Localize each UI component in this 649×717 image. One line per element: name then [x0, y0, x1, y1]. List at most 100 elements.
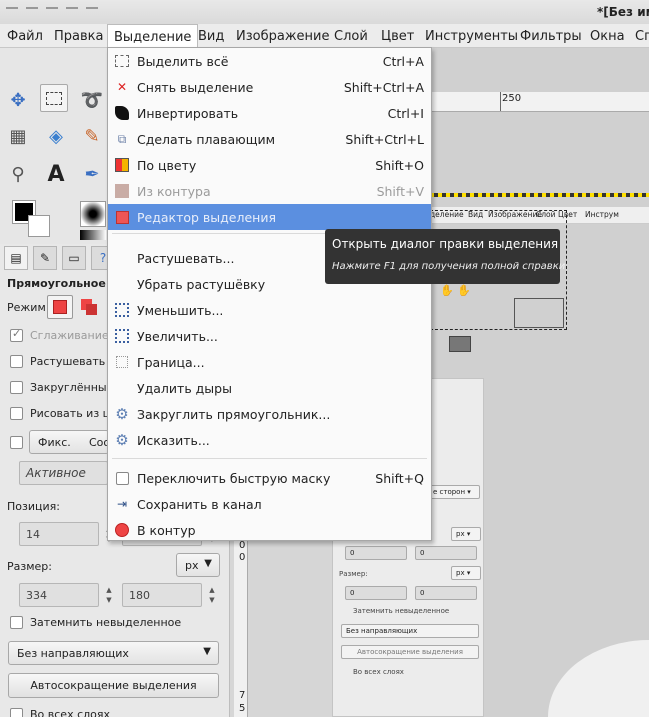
rounded-corners-checkbox[interactable] [10, 381, 23, 394]
menu-edit[interactable]: Правка [54, 29, 103, 44]
menu-item-shortcut: Ctrl+I [387, 106, 424, 121]
active-field[interactable]: Активное [19, 461, 108, 485]
menu-item-label: Увеличить... [137, 329, 218, 344]
menu-file[interactable]: Файл [7, 29, 43, 44]
background-color-swatch[interactable] [28, 215, 50, 237]
menu-item-shrink[interactable]: Уменьшить... [108, 297, 431, 323]
brush-preview-icon[interactable] [80, 201, 106, 227]
vertical-ruler[interactable]: 0 0 7 5 [234, 540, 248, 717]
all-layers-checkbox[interactable] [10, 708, 23, 717]
menu-item-label: Редактор выделения [137, 210, 276, 225]
inner-guides-combo: Без направляющих [341, 624, 479, 638]
horizontal-ruler[interactable]: 250 [430, 92, 649, 112]
size-height-field[interactable]: 180 [122, 583, 202, 607]
path-tool-icon[interactable]: ⚲ [4, 160, 32, 188]
position-x-field[interactable]: 14 [19, 522, 99, 546]
menu-item-selection-editor[interactable]: Редактор выделения [108, 204, 431, 230]
menu-item-remove-holes[interactable]: Удалить дыры [108, 375, 431, 401]
chevron-down-icon: ▼ [203, 646, 211, 657]
menu-item-label: Убрать растушёвку [137, 277, 266, 292]
antialias-checkbox[interactable] [10, 327, 23, 342]
inner-thumbnail-icon [449, 336, 471, 352]
autoshrink-button[interactable]: Автосокращение выделения [8, 673, 219, 698]
menu-item-save-channel[interactable]: ⇥ Сохранить в канал [108, 491, 431, 517]
menu-item-label: Удалить дыры [137, 381, 232, 396]
menu-image[interactable]: Изображение [236, 29, 329, 44]
menu-item-invert[interactable]: Инвертировать Ctrl+I [108, 100, 431, 126]
inner-field: 0 [415, 586, 477, 600]
rect-select-glyph [46, 91, 62, 105]
decor-mark [46, 7, 58, 17]
quickmask-checkbox[interactable] [114, 470, 130, 486]
paintbrush-tool-icon[interactable]: ✎ [78, 122, 106, 150]
from-center-checkbox[interactable] [10, 407, 23, 420]
select-all-icon [114, 53, 130, 69]
color-picker-tool-icon[interactable]: ✒ [78, 160, 106, 188]
menu-item-quickmask[interactable]: Переключить быструю маску Shift+Q [108, 465, 431, 491]
menu-item-label: Снять выделение [137, 80, 254, 95]
menu-item-distort[interactable]: ⚙ Исказить... [108, 427, 431, 453]
menu-item-select-none[interactable]: ✕ Снять выделение Shift+Ctrl+A [108, 74, 431, 100]
lasso-tool-icon[interactable]: ➰ [78, 86, 106, 114]
from-path-icon [114, 183, 130, 199]
tab-undo-history[interactable]: ▭ [62, 246, 86, 270]
menu-item-by-color[interactable]: По цвету Shift+O [108, 152, 431, 178]
rect-select-tool-icon[interactable] [40, 84, 68, 112]
menu-item-grow[interactable]: Увеличить... [108, 323, 431, 349]
mode-add-button[interactable] [78, 297, 98, 317]
menu-tools[interactable]: Инструменты [425, 29, 518, 44]
menu-item-label: Закруглить прямоугольник... [137, 407, 331, 422]
menu-color[interactable]: Цвет [381, 29, 414, 44]
size-width-field[interactable]: 334 [19, 583, 99, 607]
inner-tool-icon: ✋ ✋ [440, 284, 471, 297]
menu-item-rounded-rect[interactable]: ⚙ Закруглить прямоугольник... [108, 401, 431, 427]
fixed-checkbox[interactable] [10, 436, 23, 449]
by-color-icon [114, 157, 130, 173]
darken-checkbox[interactable] [10, 616, 23, 629]
tooltip: Открыть диалог правки выделения Нажмите … [325, 229, 565, 284]
vruler-label: 0 [239, 552, 246, 563]
size-width-spin[interactable]: ▲ ▼ [102, 585, 116, 609]
menu-filters[interactable]: Фильтры [520, 29, 582, 44]
menu-windows[interactable]: Окна [590, 29, 625, 44]
move-tool-icon[interactable]: ✥ [4, 86, 32, 114]
text-tool-icon[interactable]: A [42, 160, 70, 188]
inner-unit-combo: px ▾ [451, 566, 481, 580]
menu-item-float[interactable]: ⧉ Сделать плавающим Shift+Ctrl+L [108, 126, 431, 152]
size-height-spin[interactable]: ▲ ▼ [205, 585, 219, 609]
menu-item-label: Уменьшить... [137, 303, 224, 318]
menu-layer[interactable]: Слой [334, 29, 368, 44]
title-bar: *[Без име [0, 0, 649, 24]
tab-device-status[interactable]: ✎ [33, 246, 57, 270]
float-icon: ⧉ [117, 131, 127, 146]
gradient-preview-icon[interactable] [80, 230, 106, 240]
mode-replace-button[interactable] [47, 295, 73, 319]
inner-autoshrink-button: Автосокращение выделения [341, 645, 479, 659]
menu-item-shortcut: Shift+Q [375, 471, 424, 486]
antialias-label: Сглаживание [30, 329, 109, 342]
guide-line [430, 193, 649, 197]
menu-item-to-path[interactable]: В контур [108, 517, 431, 543]
menu-item-label: Растушевать... [137, 251, 235, 266]
fuzzy-select-tool-icon[interactable]: ▦ [4, 122, 32, 150]
selection-menu: Выделить всё Ctrl+A ✕ Снять выделение Sh… [107, 47, 432, 541]
menu-item-select-all[interactable]: Выделить всё Ctrl+A [108, 48, 431, 74]
invert-icon [114, 105, 130, 121]
all-layers-label: Во всех слоях [30, 708, 111, 717]
menu-item-label: Из контура [137, 184, 211, 199]
feather-checkbox[interactable] [10, 355, 23, 368]
menu-item-border[interactable]: Граница... [108, 349, 431, 375]
border-icon [114, 354, 130, 370]
bucket-fill-tool-icon[interactable]: ◈ [42, 122, 70, 150]
menu-view[interactable]: Вид [198, 29, 224, 44]
size-unit: px [185, 559, 199, 572]
inner-zero: 0 [350, 549, 355, 557]
menu-help[interactable]: Сп [635, 29, 649, 44]
guides-combo[interactable]: Без направляющих ▼ [8, 641, 219, 665]
decor-mark [66, 7, 78, 17]
tab-tool-options[interactable]: ▤ [4, 246, 28, 270]
menu-item-from-path[interactable]: Из контура Shift+V [108, 178, 431, 204]
menu-select[interactable]: Выделение [107, 24, 199, 48]
size-unit-combo[interactable]: px ▼ [176, 553, 220, 577]
decor-mark [26, 7, 38, 17]
